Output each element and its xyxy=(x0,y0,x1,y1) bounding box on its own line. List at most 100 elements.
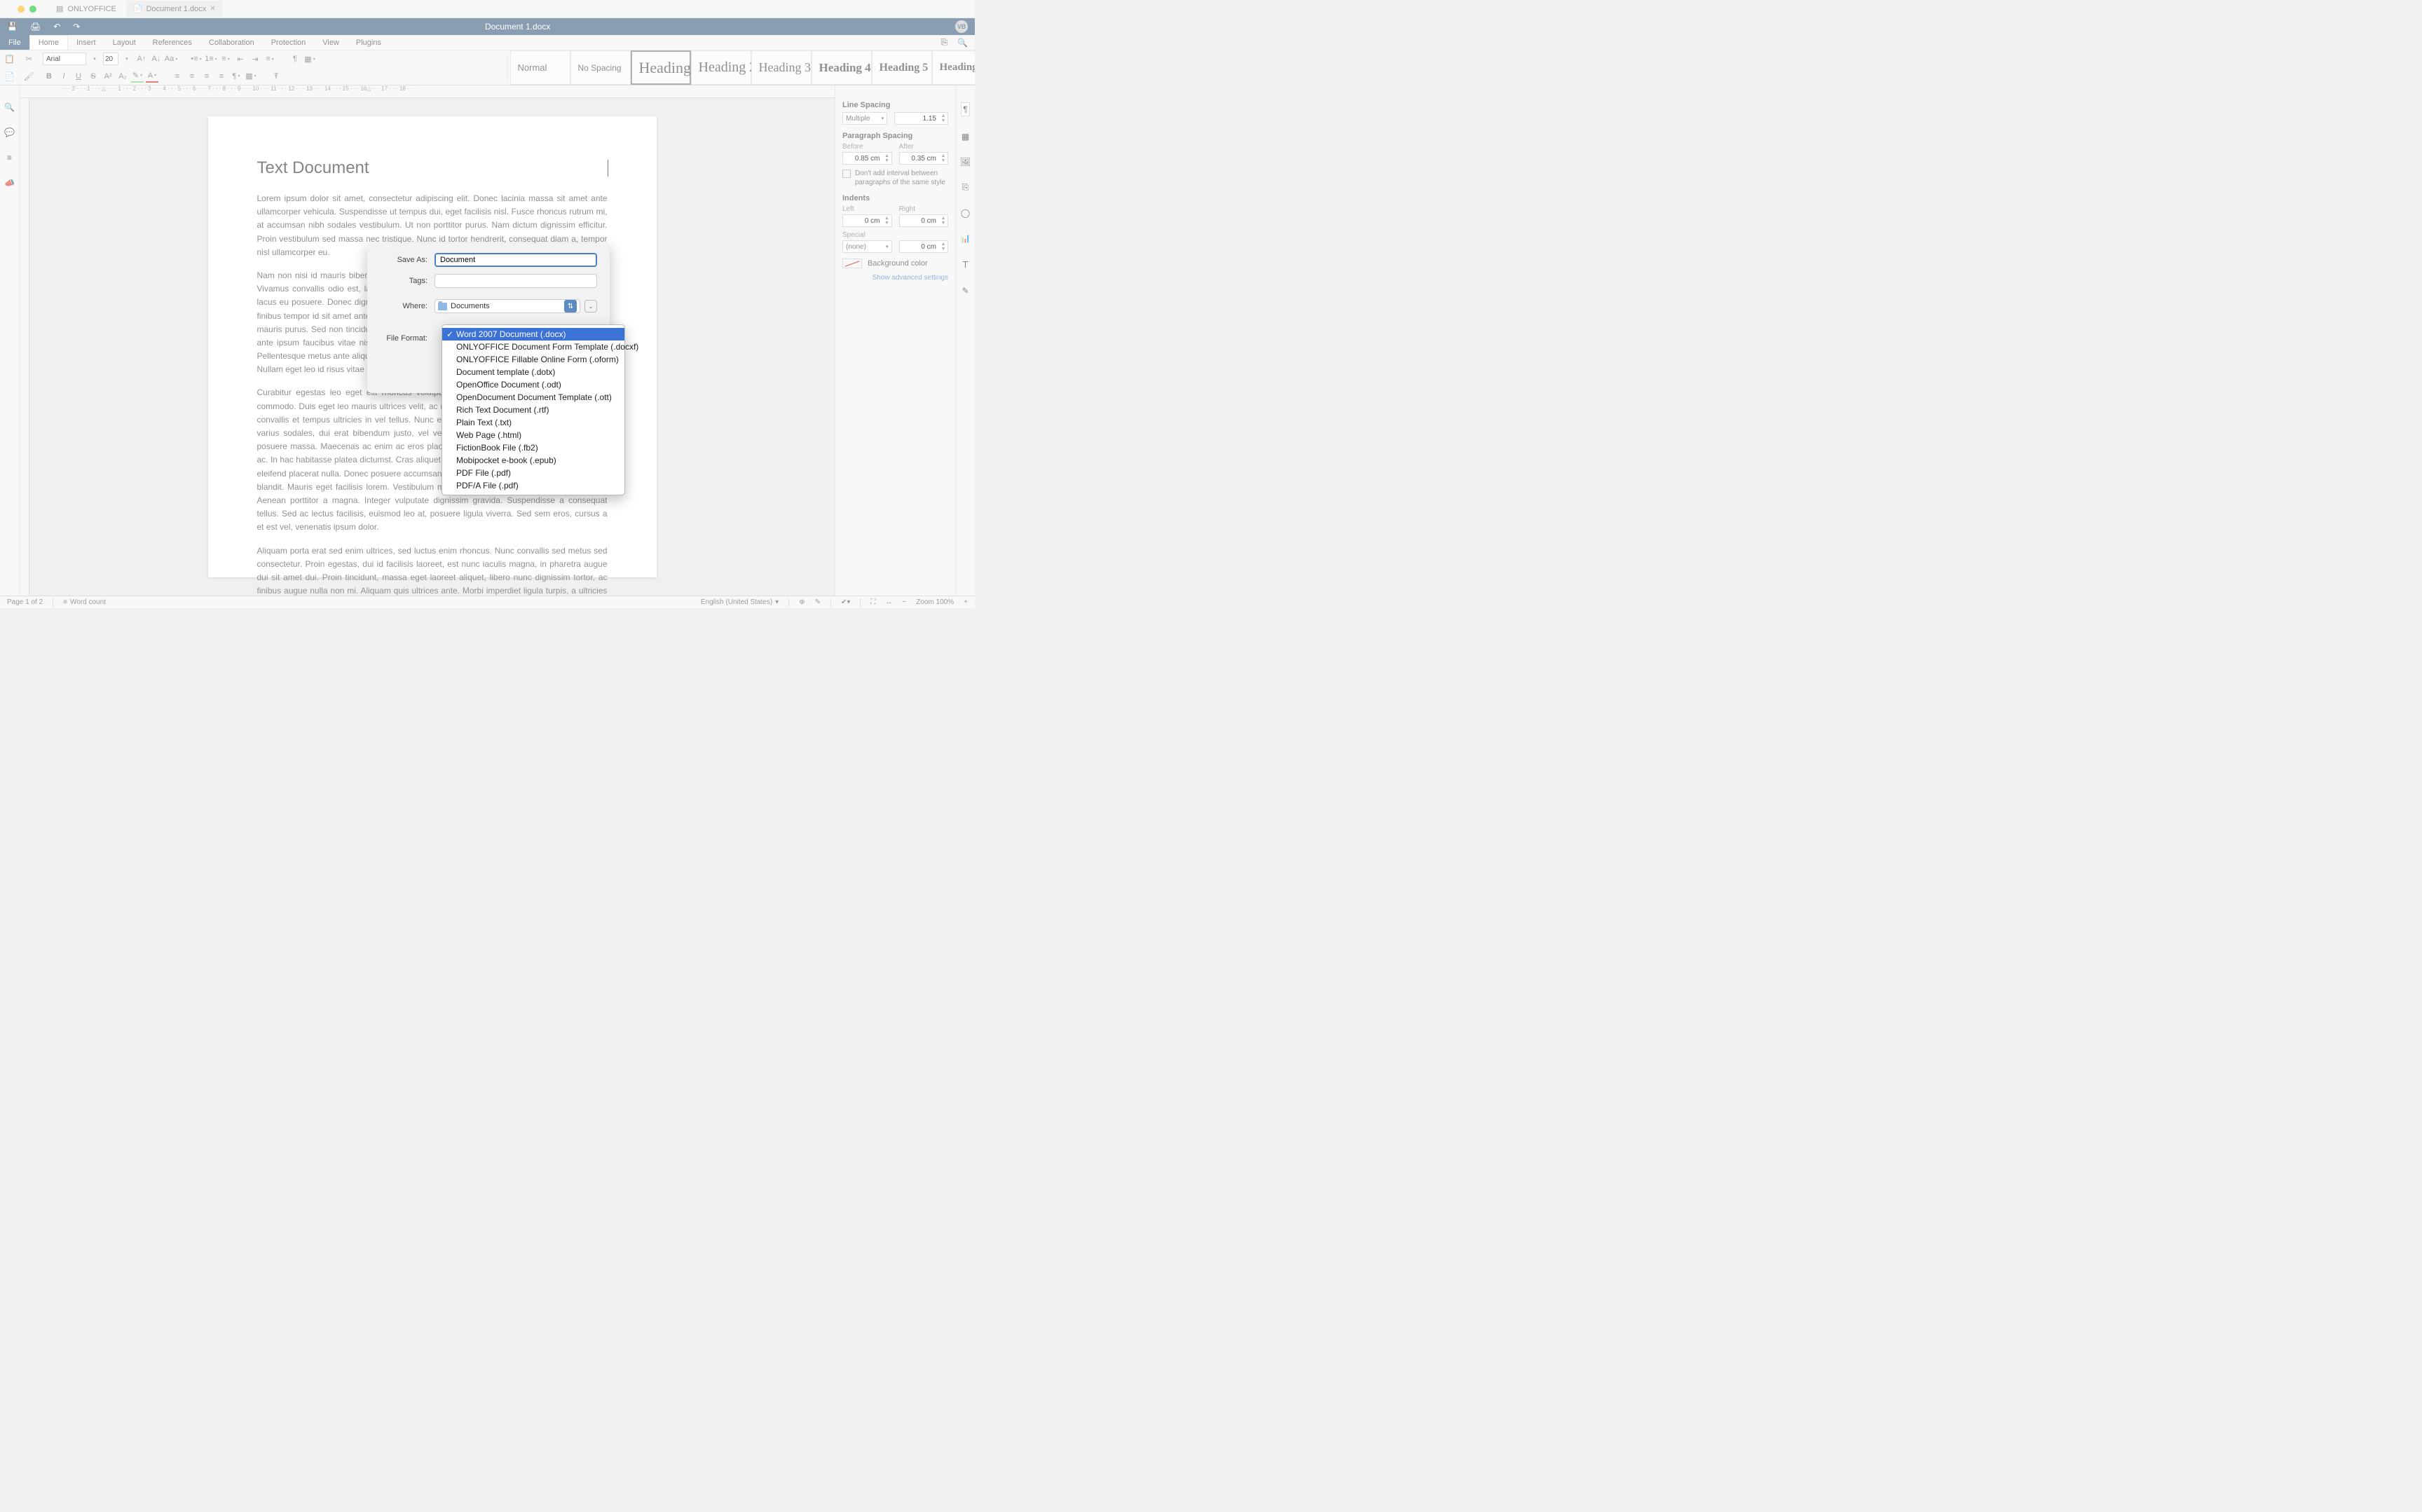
subscript-button[interactable]: A₂ xyxy=(116,70,129,83)
traffic-close-icon[interactable] xyxy=(6,6,13,13)
table-settings-icon[interactable]: ▦ xyxy=(962,132,969,142)
format-option[interactable]: Plain Text (.txt) xyxy=(442,416,624,429)
align-right-icon[interactable]: ≡ xyxy=(200,70,213,83)
track-changes-icon[interactable]: ✔▾ xyxy=(841,598,850,606)
zoom-in-button[interactable]: + xyxy=(964,598,968,606)
italic-button[interactable]: I xyxy=(57,70,70,83)
background-color-swatch[interactable] xyxy=(842,259,862,268)
headings-icon[interactable]: ≡ xyxy=(7,153,12,163)
zoom-out-button[interactable]: − xyxy=(902,598,906,606)
format-option[interactable]: ONLYOFFICE Document Form Template (.docx… xyxy=(442,341,624,353)
format-option[interactable]: FictionBook File (.fb2) xyxy=(442,441,624,454)
indent-icon[interactable]: ⇥ xyxy=(249,53,261,65)
line-spacing-icon[interactable]: ≡ xyxy=(264,53,276,65)
indent-right-stepper[interactable]: ▲▼ xyxy=(899,214,949,227)
page-indicator[interactable]: Page 1 of 2 xyxy=(7,598,43,606)
format-option[interactable]: OpenDocument Document Template (.ott) xyxy=(442,391,624,404)
zoom-level[interactable]: Zoom 100% xyxy=(916,598,954,606)
change-case-icon[interactable]: Aa xyxy=(165,53,177,65)
where-select[interactable]: Documents ⇅ xyxy=(435,299,580,313)
align-justify-icon[interactable]: ≡ xyxy=(215,70,228,83)
spellcheck-toggle-icon[interactable]: ⊕ xyxy=(799,598,805,606)
menu-references[interactable]: References xyxy=(144,35,200,50)
decrease-size-icon[interactable]: A↓ xyxy=(150,53,163,65)
style-heading6[interactable]: Heading 6 xyxy=(932,50,976,85)
menu-home[interactable]: Home xyxy=(29,35,68,50)
style-heading3[interactable]: Heading 3 xyxy=(751,50,812,85)
font-color-icon[interactable]: A xyxy=(146,70,158,83)
nonprinting-icon[interactable]: ¶ xyxy=(289,53,301,65)
increase-size-icon[interactable]: A↑ xyxy=(135,53,148,65)
highlight-color-icon[interactable]: ✎ xyxy=(131,70,144,83)
close-tab-icon[interactable]: ✕ xyxy=(210,5,215,13)
document-tab[interactable]: 📄 Document 1.docx ✕ xyxy=(126,1,223,17)
special-indent-stepper[interactable]: ▲▼ xyxy=(899,240,949,253)
copy-icon[interactable]: 📋 xyxy=(0,50,20,68)
font-name-dropdown-icon[interactable]: ▾ xyxy=(88,53,101,65)
format-option[interactable]: Word 2007 Document (.docx) xyxy=(442,328,624,341)
search-icon[interactable]: 🔍 xyxy=(957,38,968,48)
save-icon[interactable]: 💾 xyxy=(7,22,18,32)
bold-button[interactable]: B xyxy=(43,70,55,83)
font-size-dropdown-icon[interactable]: ▾ xyxy=(121,53,133,65)
menu-insert[interactable]: Insert xyxy=(68,35,104,50)
font-name-input[interactable] xyxy=(43,53,86,65)
multilevel-icon[interactable]: ≡ xyxy=(219,53,232,65)
traffic-maximize-icon[interactable] xyxy=(29,6,36,13)
format-option[interactable]: Web Page (.html) xyxy=(442,429,624,441)
find-icon[interactable]: 🔍 xyxy=(4,102,15,112)
signature-settings-icon[interactable]: ✎ xyxy=(962,286,969,296)
expand-dialog-button[interactable]: ⌄ xyxy=(584,300,597,312)
spacing-before-stepper[interactable]: ▲▼ xyxy=(842,152,892,165)
style-heading1[interactable]: Heading 1 xyxy=(631,50,691,85)
line-spacing-mode-select[interactable]: Multiple▾ xyxy=(842,112,887,125)
style-heading2[interactable]: Heading 2 xyxy=(691,50,751,85)
format-option[interactable]: ONLYOFFICE Fillable Online Form (.oform) xyxy=(442,353,624,366)
ruler-vertical[interactable] xyxy=(20,98,29,596)
fit-width-icon[interactable]: ↔ xyxy=(885,598,892,606)
menu-view[interactable]: View xyxy=(314,35,348,50)
format-painter-icon[interactable]: 🖌 xyxy=(20,68,39,85)
textart-settings-icon[interactable]: Ｔ xyxy=(961,259,969,270)
print-icon[interactable]: 🖨 xyxy=(30,22,41,32)
app-tab[interactable]: ▤ ONLYOFFICE xyxy=(46,1,126,17)
save-as-input[interactable] xyxy=(435,253,597,267)
tags-input[interactable] xyxy=(435,274,597,288)
chart-settings-icon[interactable]: 📊 xyxy=(960,233,971,243)
format-option[interactable]: Mobipocket e-book (.epub) xyxy=(442,454,624,467)
indent-left-stepper[interactable]: ▲▼ xyxy=(842,214,892,227)
style-no-spacing[interactable]: No Spacing xyxy=(570,50,631,85)
style-normal[interactable]: Normal xyxy=(510,50,570,85)
paste-icon[interactable]: 📄 xyxy=(0,68,20,85)
format-option[interactable]: OpenOffice Document (.odt) xyxy=(442,378,624,391)
format-option[interactable]: PDF/A File (.pdf) xyxy=(442,479,624,492)
special-indent-select[interactable]: (none)▾ xyxy=(842,240,892,253)
open-location-icon[interactable]: ⎘ xyxy=(940,37,947,48)
tracking-toggle-icon[interactable]: ✎ xyxy=(815,598,821,606)
format-option[interactable]: Rich Text Document (.rtf) xyxy=(442,404,624,416)
line-spacing-value-stepper[interactable]: ▲▼ xyxy=(894,112,948,125)
shape-settings-icon[interactable]: ◯ xyxy=(961,208,970,218)
menu-protection[interactable]: Protection xyxy=(263,35,315,50)
traffic-minimize-icon[interactable] xyxy=(18,6,25,13)
fit-page-icon[interactable]: ⛶ xyxy=(870,598,875,606)
undo-icon[interactable]: ↶ xyxy=(53,22,60,32)
language-select[interactable]: English (United States) ▾ xyxy=(701,598,779,606)
align-left-icon[interactable]: ≡ xyxy=(171,70,184,83)
menu-collaboration[interactable]: Collaboration xyxy=(200,35,263,50)
font-size-input[interactable] xyxy=(103,53,118,65)
image-settings-icon[interactable]: 🖼 xyxy=(960,157,971,167)
style-heading4[interactable]: Heading 4 xyxy=(812,50,872,85)
outdent-icon[interactable]: ⇤ xyxy=(234,53,247,65)
comments-icon[interactable]: 💬 xyxy=(4,128,15,137)
paragraph-mark-icon[interactable]: ¶ xyxy=(230,70,242,83)
cut-icon[interactable]: ✂ xyxy=(20,50,39,68)
style-heading5[interactable]: Heading 5 xyxy=(872,50,932,85)
paragraph-settings-icon[interactable]: ¶ xyxy=(961,102,969,116)
menu-layout[interactable]: Layout xyxy=(104,35,144,50)
bullets-icon[interactable]: •≡ xyxy=(190,53,203,65)
underline-button[interactable]: U xyxy=(72,70,85,83)
menu-plugins[interactable]: Plugins xyxy=(348,35,390,50)
feedback-icon[interactable]: 📣 xyxy=(4,178,15,188)
menu-file[interactable]: File xyxy=(0,35,29,50)
